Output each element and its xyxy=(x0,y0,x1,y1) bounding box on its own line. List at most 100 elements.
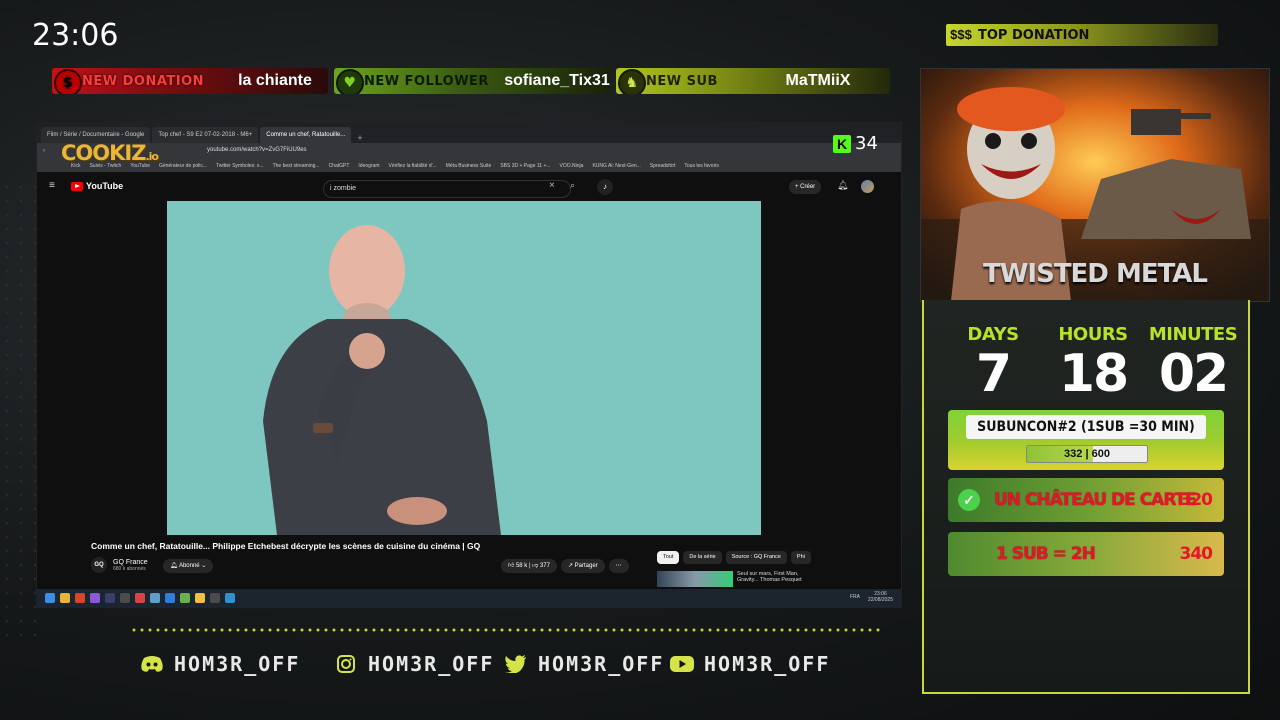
goal-row: 1 SUB = 2H 340 xyxy=(948,532,1224,576)
search-icon[interactable]: ⌕ xyxy=(570,180,575,191)
dislike-count: 377 xyxy=(539,563,550,569)
goal-text: 1 SUB = 2H xyxy=(996,544,1096,564)
language-indicator[interactable]: FRA xyxy=(850,594,860,600)
sub-alert-value: MaTMiiX xyxy=(785,72,851,89)
social-discord[interactable]: HOM3R_OFF xyxy=(140,652,300,676)
brave-icon[interactable] xyxy=(75,593,85,603)
app-icon[interactable] xyxy=(210,593,220,603)
recommended-video[interactable]: Seul sur mars, First Man, Gravity... Tho… xyxy=(657,571,817,587)
subathon-panel: DAYS HOURS MINUTES 7 18 02 SUBUNCON#2 (1… xyxy=(922,300,1250,694)
top-donation-label: TOP DONATION xyxy=(978,27,1090,43)
video-player[interactable] xyxy=(167,201,761,535)
chip-source[interactable]: Source : GQ France xyxy=(725,551,787,564)
chip-series[interactable]: De la série xyxy=(683,551,722,564)
cookiz-watermark-suffix: .io xyxy=(145,150,158,163)
share-button[interactable]: ↗ Partager xyxy=(560,559,605,573)
bookmark-item[interactable]: ChatGPT xyxy=(329,163,350,169)
app-icon[interactable] xyxy=(180,593,190,603)
new-tab-icon[interactable]: + xyxy=(353,133,366,143)
youtube-logo-text: YouTube xyxy=(86,181,124,191)
minutes-value: 02 xyxy=(1158,344,1229,404)
bookmark-item[interactable]: The best streaming... xyxy=(273,163,320,169)
days-label: DAYS xyxy=(967,324,1019,345)
follower-alert-value: sofiane_Tix31 xyxy=(504,72,610,89)
steam-icon[interactable] xyxy=(105,593,115,603)
url-text[interactable]: youtube.com/watch?v=ZvG7FiUU9es xyxy=(207,147,307,153)
youtube-play-icon xyxy=(71,181,83,191)
app-icon[interactable] xyxy=(195,593,205,603)
like-count: 58 k xyxy=(515,563,528,569)
bookmark-item[interactable]: Vérifiez la fiabilité d'... xyxy=(389,163,437,169)
screen-capture: Film / Série / Documentaire - Google Top… xyxy=(36,122,902,608)
youtube-handle: HOM3R_OFF xyxy=(704,652,831,676)
days-value: 7 xyxy=(975,344,1012,404)
bookmark-item[interactable]: SBS 3D + Page 11 +... xyxy=(500,163,550,169)
app-icon[interactable] xyxy=(90,593,100,603)
recommended-title[interactable]: Seul sur mars, First Man, Gravity... Tho… xyxy=(737,571,817,587)
bell-icon[interactable]: 🔔︎ xyxy=(837,180,848,191)
channel-name[interactable]: GQ France xyxy=(113,559,148,566)
bookmark-item[interactable]: Spreadshirt xyxy=(650,163,676,169)
sub-goal-progress-text: 332 | 600 xyxy=(1064,448,1110,460)
bookmark-item[interactable]: Tous les favoris xyxy=(684,163,718,169)
create-button-label: Créer xyxy=(800,184,816,190)
file-explorer-icon[interactable] xyxy=(60,593,70,603)
donation-alert-value: la chiante xyxy=(238,72,312,89)
microphone-icon[interactable]: ♪ xyxy=(597,179,613,195)
social-twitter[interactable]: HOM3R_OFF xyxy=(504,652,664,676)
bookmark-item[interactable]: KUNG Ai: Next-Gen... xyxy=(592,163,640,169)
channel-logo[interactable]: GQ xyxy=(91,557,107,573)
address-bar[interactable]: ‹ youtube.com/watch?v=ZvG7FiUU9es xyxy=(37,143,901,159)
create-button[interactable]: + Créer xyxy=(789,180,822,194)
donation-alert: $ NEW DONATION la chiante xyxy=(52,68,328,94)
sub-alert: ♞ NEW SUB MaTMiiX xyxy=(616,68,890,94)
search-input[interactable]: i zombie xyxy=(323,180,571,198)
browser-tab-active[interactable]: Comme un chef, Ratatouille... xyxy=(260,127,352,143)
discord-handle: HOM3R_OFF xyxy=(174,652,301,676)
bookmark-item[interactable]: VOO.Ninja xyxy=(560,163,584,169)
app-icon[interactable] xyxy=(165,593,175,603)
bookmark-item[interactable]: Twitter Symboles: s... xyxy=(216,163,264,169)
sub-goal-box: SUBUNCON#2 (1SUB =30 MIN) 332 | 600 xyxy=(948,410,1224,470)
instagram-handle: HOM3R_OFF xyxy=(368,652,495,676)
social-instagram[interactable]: HOM3R_OFF xyxy=(334,652,494,676)
browser-tab[interactable]: Top chef - S9 E2 07-02-2018 - M6+ xyxy=(152,127,259,143)
dollar-icon: $ xyxy=(54,69,82,94)
bookmark-item[interactable]: Générateur de polic... xyxy=(159,163,207,169)
obs-icon[interactable] xyxy=(120,593,130,603)
twitter-icon xyxy=(504,654,528,674)
taskbar-clock[interactable]: 23:06 22/08/2025 xyxy=(868,591,893,603)
share-label: Partager xyxy=(574,563,598,569)
game-poster: TWISTED METAL xyxy=(920,68,1270,302)
donation-alert-label: NEW DONATION xyxy=(82,73,205,89)
sub-goal-title: SUBUNCON#2 (1SUB =30 MIN) xyxy=(966,415,1206,439)
bookmark-item[interactable]: Ideogram xyxy=(358,163,379,169)
poster-title: TWISTED METAL xyxy=(983,259,1208,289)
video-title: Comme un chef, Ratatouille... Philippe E… xyxy=(91,541,481,551)
goal-row: ✓ UN CHÂTEAU DE CARTE 320 xyxy=(948,478,1224,522)
channel-info[interactable]: GQ GQ France 680 k abonnés xyxy=(91,557,148,573)
cookiz-watermark-text: COOKIZ xyxy=(61,141,146,165)
recommended-thumbnail[interactable] xyxy=(657,571,733,587)
youtube-logo[interactable]: YouTube xyxy=(71,181,123,191)
bookmark-item[interactable]: Méta Business Suite xyxy=(446,163,492,169)
app-icon[interactable] xyxy=(150,593,160,603)
chip-all[interactable]: Tout xyxy=(657,551,680,564)
kick-viewer-counter: K 34 xyxy=(833,133,878,154)
browser-tab-bar: Film / Série / Documentaire - Google Top… xyxy=(37,123,901,143)
windows-start-icon[interactable] xyxy=(45,593,55,603)
chrome-icon[interactable] xyxy=(135,593,145,603)
clear-search-icon[interactable]: × xyxy=(549,180,555,191)
like-button[interactable]: 👍︎ 58 k | 👎︎ 377 xyxy=(501,559,557,573)
chip-more[interactable]: Phi xyxy=(790,551,811,564)
related-chips: Tout De la série Source : GQ France Phi xyxy=(657,551,811,564)
avatar[interactable] xyxy=(861,180,874,193)
back-icon[interactable]: ‹ xyxy=(43,148,45,154)
more-options-icon[interactable]: ⋯ xyxy=(608,559,629,573)
viewer-count: 34 xyxy=(855,133,878,154)
subscribed-button[interactable]: 🔔︎ Abonné ⌄ xyxy=(163,559,214,573)
follower-alert: ♥ NEW FOLLOWER sofiane_Tix31 xyxy=(334,68,610,94)
menu-icon[interactable]: ≡ xyxy=(49,180,55,191)
app-icon[interactable] xyxy=(225,593,235,603)
social-youtube[interactable]: HOM3R_OFF xyxy=(670,652,830,676)
